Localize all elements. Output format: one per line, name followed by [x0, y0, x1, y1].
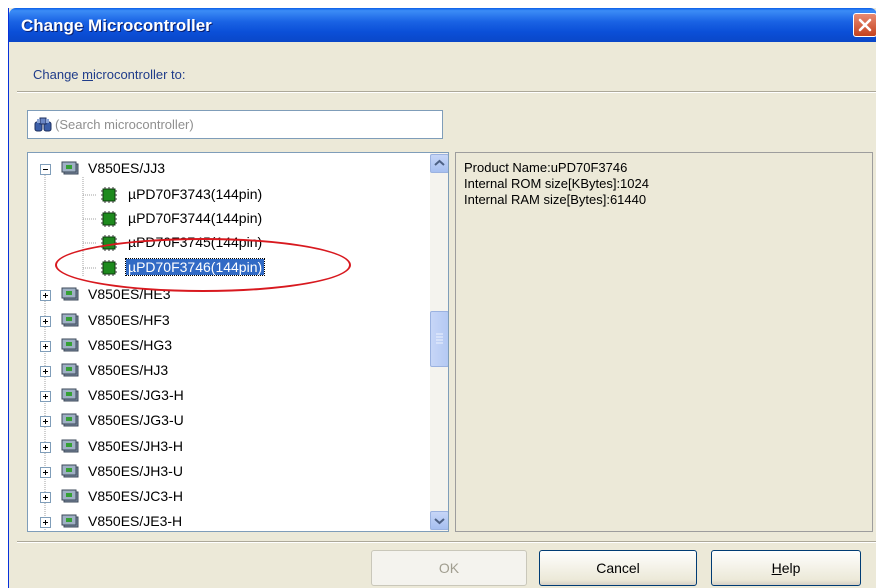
microcontroller-group-icon — [61, 464, 79, 478]
tree-item-upd70f3745[interactable]: µPD70F3745(144pin) — [28, 232, 430, 254]
microcontroller-group-icon — [61, 161, 79, 175]
chip-icon — [101, 235, 117, 251]
expand-icon[interactable] — [40, 442, 51, 453]
microcontroller-group-icon — [61, 514, 79, 528]
tree-item-label: V850ES/JG3-U — [88, 412, 184, 428]
tree-item-v850es-jj3[interactable]: V850ES/JJ3 — [28, 158, 430, 180]
tree-item-v850es-he3[interactable]: V850ES/HE3 — [28, 284, 430, 306]
microcontroller-group-icon — [61, 489, 79, 503]
microcontroller-group-icon — [61, 363, 79, 377]
close-button[interactable] — [853, 13, 876, 37]
microcontroller-group-icon — [61, 313, 79, 327]
search-placeholder: (Search microcontroller) — [55, 117, 194, 132]
tree-item-upd70f3746[interactable]: µPD70F3746(144pin) — [28, 257, 430, 279]
binoculars-icon — [34, 117, 52, 132]
tree-item-label: µPD70F3746(144pin) — [124, 258, 266, 276]
expand-icon[interactable] — [40, 416, 51, 427]
expand-icon[interactable] — [40, 290, 51, 301]
collapse-icon[interactable] — [40, 164, 51, 175]
grip-icon — [436, 333, 443, 344]
microcontroller-group-icon — [61, 439, 79, 453]
tree-item-v850es-je3-h[interactable]: V850ES/JE3-H — [28, 511, 430, 531]
tree-item-label: V850ES/HG3 — [88, 337, 173, 353]
chip-icon — [101, 260, 117, 276]
help-label-rest: elp — [781, 560, 801, 576]
expand-icon[interactable] — [40, 517, 51, 528]
scroll-down-button[interactable] — [430, 511, 448, 530]
tree-item-v850es-jg3-u[interactable]: V850ES/JG3-U — [28, 410, 430, 432]
tree-item-v850es-jh3-h[interactable]: V850ES/JH3-H — [28, 436, 430, 458]
ok-button[interactable]: OK — [371, 550, 527, 586]
header-separator — [17, 91, 876, 93]
product-name: Product Name:uPD70F3746 — [464, 160, 628, 175]
microcontroller-group-icon — [61, 388, 79, 402]
title-bar[interactable]: Change Microcontroller — [9, 8, 876, 42]
tree-item-label: V850ES/JH3-H — [88, 438, 183, 454]
chip-icon — [101, 211, 117, 227]
tree-scrollbar[interactable] — [430, 153, 448, 531]
tree-item-label: V850ES/JJ3 — [88, 160, 166, 176]
tree-item-v850es-hf3[interactable]: V850ES/HF3 — [28, 310, 430, 332]
search-input[interactable]: (Search microcontroller) — [27, 110, 443, 139]
expand-icon[interactable] — [40, 316, 51, 327]
microcontroller-group-icon — [61, 287, 79, 301]
scroll-up-button[interactable] — [430, 154, 448, 173]
expand-icon[interactable] — [40, 341, 51, 352]
tree-item-label: µPD70F3743(144pin) — [128, 186, 263, 202]
chevron-up-icon — [434, 159, 445, 166]
microcontroller-group-icon — [61, 338, 79, 352]
dialog-title: Change Microcontroller — [21, 16, 212, 35]
tree-item-label: V850ES/HF3 — [88, 312, 170, 328]
close-icon — [858, 18, 872, 32]
chevron-down-icon — [434, 518, 445, 525]
microcontroller-info-panel: Product Name:uPD70F3746 Internal ROM siz… — [455, 152, 873, 532]
tree-item-upd70f3743[interactable]: µPD70F3743(144pin) — [28, 184, 430, 206]
internal-rom-size: Internal ROM size[KBytes]:1024 — [464, 176, 649, 191]
tree-item-v850es-jc3-h[interactable]: V850ES/JC3-H — [28, 486, 430, 508]
internal-ram-size: Internal RAM size[Bytes]:61440 — [464, 192, 647, 207]
change-to-prefix: Change — [33, 67, 83, 82]
tree-item-label: V850ES/HJ3 — [88, 362, 169, 378]
tree-item-v850es-jg3-h[interactable]: V850ES/JG3-H — [28, 385, 430, 407]
tree-item-label: V850ES/JH3-U — [88, 463, 183, 479]
microcontroller-tree[interactable]: V850ES/JJ3 µPD70F3743(144pin) µPD70F3744… — [27, 152, 449, 532]
tree-item-label: µPD70F3745(144pin) — [128, 234, 263, 250]
change-to-label: Change microcontroller to: — [33, 67, 185, 82]
expand-icon[interactable] — [40, 467, 51, 478]
chip-icon — [101, 187, 117, 203]
footer-separator — [17, 541, 876, 543]
tree-item-v850es-jh3-u[interactable]: V850ES/JH3-U — [28, 461, 430, 483]
tree-item-label: µPD70F3744(144pin) — [128, 210, 263, 226]
tree-item-label: V850ES/JE3-H — [88, 513, 183, 529]
expand-icon[interactable] — [40, 492, 51, 503]
change-to-suffix: icrocontroller to: — [93, 67, 186, 82]
tree-item-label: V850ES/JG3-H — [88, 387, 184, 403]
tree-item-v850es-hj3[interactable]: V850ES/HJ3 — [28, 360, 430, 382]
expand-icon[interactable] — [40, 366, 51, 377]
tree-item-label: V850ES/HE3 — [88, 286, 171, 302]
help-mnemonic: H — [771, 560, 782, 576]
tree-item-v850es-hg3[interactable]: V850ES/HG3 — [28, 335, 430, 357]
scroll-thumb[interactable] — [430, 311, 448, 367]
change-to-mnemonic: m — [82, 67, 93, 82]
tree-item-label: V850ES/JC3-H — [88, 488, 183, 504]
change-microcontroller-dialog: Change Microcontroller Change microcontr… — [8, 8, 876, 588]
cancel-button[interactable]: Cancel — [539, 550, 697, 586]
microcontroller-group-icon — [61, 413, 79, 427]
tree-item-upd70f3744[interactable]: µPD70F3744(144pin) — [28, 208, 430, 230]
expand-icon[interactable] — [40, 391, 51, 402]
help-button[interactable]: Help — [711, 550, 861, 586]
